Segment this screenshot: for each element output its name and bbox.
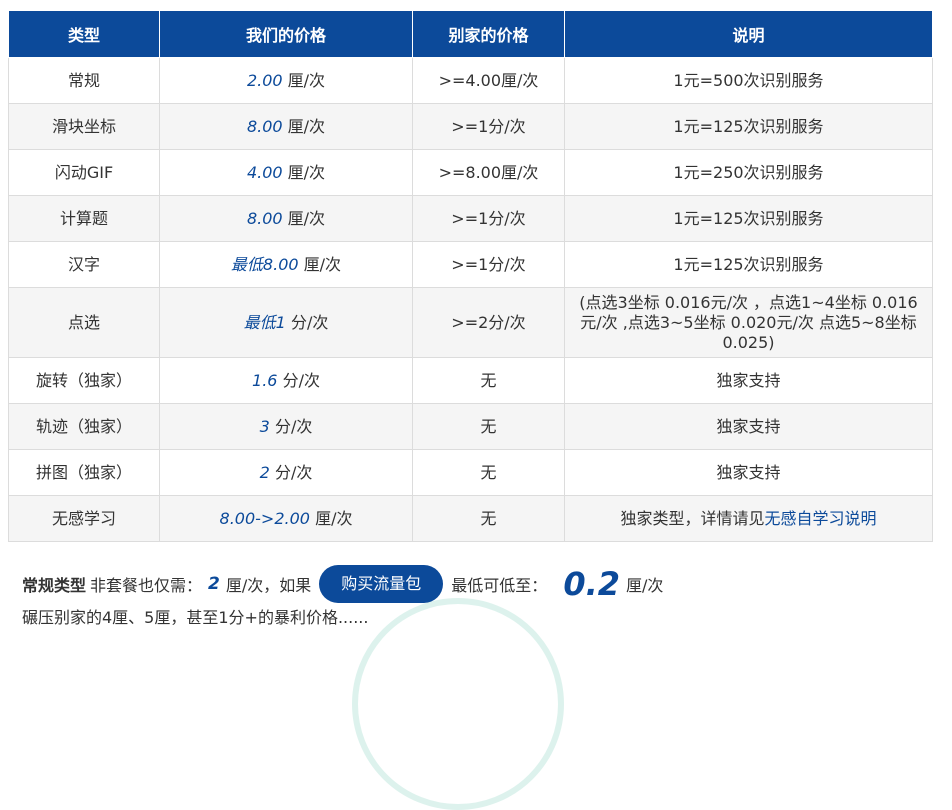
description-cell: 独家支持 (564, 403, 933, 450)
price-unit: 厘/次 (287, 116, 326, 136)
table-header-row: 类型 我们的价格 别家的价格 说明 (8, 10, 933, 58)
description-prefix: 独家类型，详情请见 (620, 508, 765, 528)
promo-min-price: 0.2 (563, 565, 620, 603)
price-unit: 厘/次 (287, 70, 326, 90)
description-cell: 1元=250次识别服务 (564, 149, 933, 196)
price-unit: 分/次 (274, 416, 313, 436)
type-cell: 计算题 (8, 195, 160, 242)
price-value: 最低1 (243, 312, 286, 332)
table-row: 轨迹（独家） 3 分/次 无 独家支持 (8, 403, 933, 450)
type-cell: 拼图（独家） (8, 449, 160, 496)
other-price-cell: >=1分/次 (412, 241, 565, 288)
header-other-price: 别家的价格 (412, 10, 565, 58)
learning-docs-link[interactable]: 无感自学习说明 (765, 509, 877, 528)
header-description: 说明 (564, 10, 933, 58)
price-unit: 厘/次 (315, 508, 353, 528)
type-cell: 汉字 (8, 241, 160, 288)
description-cell: (点选3坐标 0.016元/次 ，点选1~4坐标 0.016元/次 ,点选3~5… (564, 287, 933, 358)
our-price-cell: 8.00 厘/次 (159, 195, 413, 242)
promo-text-1: 非套餐也仅需： (90, 576, 203, 595)
type-cell: 轨迹（独家） (8, 403, 160, 450)
promo-label: 常规类型 (22, 576, 87, 595)
table-row: 常规 2.00 厘/次 >=4.00厘/次 1元=500次识别服务 (8, 57, 933, 104)
our-price-cell: 1.6 分/次 (159, 357, 413, 404)
description-cell: 独家支持 (564, 357, 933, 404)
promo-text-2: 厘/次，如果 (225, 576, 312, 595)
promo-unit: 厘/次 (626, 576, 664, 595)
our-price-cell: 3 分/次 (159, 403, 413, 450)
price-value: 8.00 (246, 208, 283, 228)
other-price-cell: 无 (412, 403, 565, 450)
type-cell: 常规 (8, 57, 160, 104)
price-value: 最低8.00 (230, 254, 299, 274)
description-cell: 独家类型，详情请见无感自学习说明 (564, 495, 933, 542)
price-value: 3 (259, 416, 270, 436)
watermark-logo (352, 598, 564, 810)
type-cell: 滑块坐标 (8, 103, 160, 150)
our-price-cell: 8.00->2.00 厘/次 (159, 495, 413, 542)
other-price-cell: >=1分/次 (412, 195, 565, 242)
description-cell: 1元=125次识别服务 (564, 241, 933, 288)
table-row: 拼图（独家） 2 分/次 无 独家支持 (8, 449, 933, 496)
our-price-cell: 4.00 厘/次 (159, 149, 413, 196)
promo-price: 2 (208, 574, 220, 594)
table-row: 滑块坐标 8.00 厘/次 >=1分/次 1元=125次识别服务 (8, 103, 933, 150)
price-unit: 分/次 (282, 370, 320, 390)
table-row: 汉字 最低8.00 厘/次 >=1分/次 1元=125次识别服务 (8, 241, 933, 288)
type-cell: 无感学习 (8, 495, 160, 542)
type-cell: 旋转（独家） (8, 357, 160, 404)
promo-line-2: 碾压别家的4厘、5厘，甚至1分+的暴利价格...... (22, 608, 369, 627)
price-unit: 分/次 (274, 462, 313, 482)
table-row: 点选 最低1 分/次 >=2分/次 (点选3坐标 0.016元/次 ，点选1~4… (8, 287, 933, 358)
price-value: 2 (259, 462, 270, 482)
price-value: 8.00->2.00 (219, 508, 310, 528)
our-price-cell: 2 分/次 (159, 449, 413, 496)
table-row: 闪动GIF 4.00 厘/次 >=8.00厘/次 1元=250次识别服务 (8, 149, 933, 196)
our-price-cell: 8.00 厘/次 (159, 103, 413, 150)
description-cell: 独家支持 (564, 449, 933, 496)
other-price-cell: 无 (412, 449, 565, 496)
price-value: 4.00 (246, 162, 283, 182)
other-price-cell: >=1分/次 (412, 103, 565, 150)
other-price-cell: >=4.00厘/次 (412, 57, 565, 104)
table-row: 计算题 8.00 厘/次 >=1分/次 1元=125次识别服务 (8, 195, 933, 242)
buy-traffic-package-button[interactable]: 购买流量包 (319, 565, 444, 603)
description-cell: 1元=500次识别服务 (564, 57, 933, 104)
our-price-cell: 最低1 分/次 (159, 287, 413, 358)
price-unit: 厘/次 (287, 162, 326, 182)
type-cell: 闪动GIF (8, 149, 160, 196)
price-value: 8.00 (246, 116, 283, 136)
type-cell: 点选 (8, 287, 160, 358)
other-price-cell: >=8.00厘/次 (412, 149, 565, 196)
header-type: 类型 (8, 10, 160, 58)
other-price-cell: 无 (412, 357, 565, 404)
other-price-cell: >=2分/次 (412, 287, 565, 358)
table-row: 无感学习 8.00->2.00 厘/次 无 独家类型，详情请见无感自学习说明 (8, 495, 933, 542)
header-our-price: 我们的价格 (159, 10, 413, 58)
pricing-table: 类型 我们的价格 别家的价格 说明 常规 2.00 厘/次 >=4.00厘/次 … (8, 10, 933, 542)
description-cell: 1元=125次识别服务 (564, 195, 933, 242)
price-unit: 厘/次 (287, 208, 326, 228)
our-price-cell: 2.00 厘/次 (159, 57, 413, 104)
price-value: 2.00 (246, 70, 283, 90)
price-unit: 分/次 (290, 312, 329, 332)
other-price-cell: 无 (412, 495, 565, 542)
price-unit: 厘/次 (303, 254, 342, 274)
promo-text-3: 最低可低至： (451, 576, 548, 595)
table-row: 旋转（独家） 1.6 分/次 无 独家支持 (8, 357, 933, 404)
our-price-cell: 最低8.00 厘/次 (159, 241, 413, 288)
promo-line: 常规类型 非套餐也仅需： 2 厘/次，如果 购买流量包 最低可低至： 0.2 厘… (22, 562, 663, 606)
description-cell: 1元=125次识别服务 (564, 103, 933, 150)
price-value: 1.6 (252, 370, 278, 390)
